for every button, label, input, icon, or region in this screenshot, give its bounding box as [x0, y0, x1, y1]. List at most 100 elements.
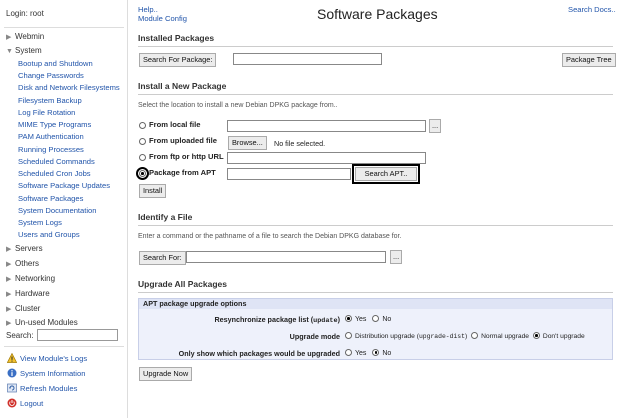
install-description: Select the location to install a new Deb…	[138, 102, 338, 109]
from-uploaded-file-radio[interactable]	[139, 137, 149, 146]
from-apt-label: Package from APT	[149, 168, 216, 177]
from-local-file-radio[interactable]	[139, 121, 149, 130]
from-apt-radio[interactable]	[136, 167, 149, 180]
resync-label: Resynchronize package list (update)	[214, 315, 340, 325]
sidebar-category-unused[interactable]: ▶ Un-used Modules	[6, 318, 78, 327]
normal-upgrade-radio[interactable]	[471, 332, 479, 339]
resync-options: Yes No	[345, 315, 391, 323]
install-button[interactable]: Install	[139, 184, 167, 198]
resync-yes-radio[interactable]	[345, 315, 352, 322]
sidebar-item-package-updates[interactable]: Software Package Updates	[18, 181, 110, 190]
sidebar-item-running-processes[interactable]: Running Processes	[18, 145, 84, 154]
section-divider	[138, 46, 613, 47]
sidebar-item-mime-types[interactable]: MIME Type Programs	[18, 120, 91, 129]
sidebar-item-log-rotation[interactable]: Log File Rotation	[18, 108, 75, 117]
radio-button[interactable]	[139, 138, 146, 145]
search-docs-link[interactable]: Search Docs..	[568, 5, 616, 14]
from-uploaded-file-label: From uploaded file	[149, 136, 217, 145]
sidebar-item-system-documentation[interactable]: System Documentation	[18, 206, 97, 215]
identify-description: Enter a command or the pathname of a fil…	[138, 233, 402, 240]
from-url-label: From ftp or http URL	[149, 152, 224, 161]
sidebar-item-cron-jobs[interactable]: Scheduled Cron Jobs	[18, 169, 91, 178]
sidebar: Login: root ▶ Webmin ▼ System Bootup and S…	[0, 0, 128, 418]
help-link[interactable]: Help..	[138, 5, 158, 14]
section-divider	[138, 225, 613, 226]
install-package-heading: Install a New Package	[138, 81, 227, 91]
apt-package-input[interactable]	[227, 168, 351, 180]
sidebar-divider	[4, 346, 124, 347]
chevron-right-icon: ▶	[6, 34, 12, 41]
identify-file-heading: Identify a File	[138, 212, 193, 222]
radio-button[interactable]	[136, 167, 149, 180]
from-local-file-label: From local file	[149, 120, 201, 129]
browse-button[interactable]: Browse...	[228, 136, 267, 150]
sidebar-category-webmin[interactable]: ▶ Webmin	[6, 32, 44, 41]
sidebar-item-change-passwords[interactable]: Change Passwords	[18, 71, 84, 80]
sidebar-search-label: Search:	[6, 331, 34, 340]
section-divider	[138, 94, 613, 95]
sidebar-item-scheduled-commands[interactable]: Scheduled Commands	[18, 157, 95, 166]
sidebar-category-system[interactable]: ▼ System	[6, 46, 42, 55]
upgrade-mode-label: Upgrade mode	[289, 332, 340, 341]
chevron-right-icon: ▶	[6, 246, 12, 253]
file-chooser-button[interactable]: ...	[390, 250, 403, 264]
chevron-right-icon: ▶	[6, 306, 12, 313]
local-file-chooser-button[interactable]: ...	[429, 119, 442, 133]
show-only-label: Only show which packages would be upgrad…	[178, 349, 340, 358]
refresh-modules-link[interactable]: Refresh Modules	[7, 383, 77, 393]
chevron-right-icon: ▶	[6, 320, 12, 327]
view-module-logs-link[interactable]: View Module's Logs	[7, 353, 87, 363]
system-information-link[interactable]: System Information	[7, 368, 85, 378]
module-config-link[interactable]: Module Config	[138, 14, 187, 23]
resync-no-radio[interactable]	[372, 315, 380, 322]
chevron-right-icon: ▶	[6, 261, 12, 268]
sidebar-search-input[interactable]	[37, 329, 118, 341]
login-label: Login: root	[6, 9, 44, 18]
url-input[interactable]	[227, 152, 426, 164]
search-for-package-button[interactable]: Search For Package:	[139, 53, 217, 67]
show-only-yes-radio[interactable]	[345, 349, 352, 356]
upgrade-now-button[interactable]: Upgrade Now	[139, 367, 193, 381]
sidebar-item-system-logs[interactable]: System Logs	[18, 218, 62, 227]
chevron-down-icon: ▼	[6, 48, 13, 55]
sidebar-divider	[4, 27, 124, 28]
sidebar-category-cluster[interactable]: ▶ Cluster	[6, 304, 40, 313]
sidebar-item-filesystem-backup[interactable]: Filesystem Backup	[18, 96, 82, 105]
page-title: Software Packages	[317, 6, 438, 22]
package-tree-button[interactable]: Package Tree	[562, 53, 616, 67]
main-content: Help.. Module Config Software Packages S…	[129, 0, 620, 418]
file-search-input[interactable]	[186, 251, 386, 263]
apt-upgrade-options-title: APT package upgrade options	[139, 299, 612, 309]
distribution-upgrade-radio[interactable]	[345, 332, 352, 339]
sidebar-item-disk-filesystems[interactable]: Disk and Network Filesystems	[18, 83, 120, 92]
sidebar-item-users-groups[interactable]: Users and Groups	[18, 230, 80, 239]
sidebar-item-pam[interactable]: PAM Authentication	[18, 132, 84, 141]
search-for-file-button[interactable]: Search For:	[139, 251, 186, 265]
show-only-options: Yes No	[345, 349, 391, 357]
from-url-radio[interactable]	[139, 153, 149, 162]
sidebar-category-hardware[interactable]: ▶ Hardware	[6, 289, 50, 298]
refresh-icon	[7, 383, 17, 393]
radio-button[interactable]	[139, 122, 146, 129]
info-icon	[7, 368, 17, 378]
no-file-label: No file selected.	[274, 139, 326, 148]
upgrade-all-heading: Upgrade All Packages	[138, 279, 227, 289]
sidebar-item-software-packages[interactable]: Software Packages	[18, 194, 83, 203]
logout-link[interactable]: Logout	[7, 398, 43, 408]
section-divider	[138, 292, 613, 293]
sidebar-category-networking[interactable]: ▶ Networking	[6, 274, 55, 283]
radio-button[interactable]	[139, 154, 146, 161]
sidebar-category-servers[interactable]: ▶ Servers	[6, 244, 43, 253]
apt-upgrade-options-box: APT package upgrade options Resynchroniz…	[138, 298, 613, 360]
warning-icon	[7, 353, 17, 363]
local-file-input[interactable]	[227, 120, 426, 132]
dont-upgrade-radio[interactable]	[532, 332, 540, 339]
sidebar-item-bootup[interactable]: Bootup and Shutdown	[18, 59, 93, 68]
chevron-right-icon: ▶	[6, 291, 12, 298]
package-search-input[interactable]	[233, 53, 382, 65]
search-apt-button[interactable]: Search APT..	[352, 164, 420, 184]
sidebar-category-others[interactable]: ▶ Others	[6, 259, 39, 268]
show-only-no-radio[interactable]	[372, 349, 380, 356]
sidebar-search: Search:	[6, 329, 118, 341]
installed-packages-heading: Installed Packages	[138, 33, 215, 43]
